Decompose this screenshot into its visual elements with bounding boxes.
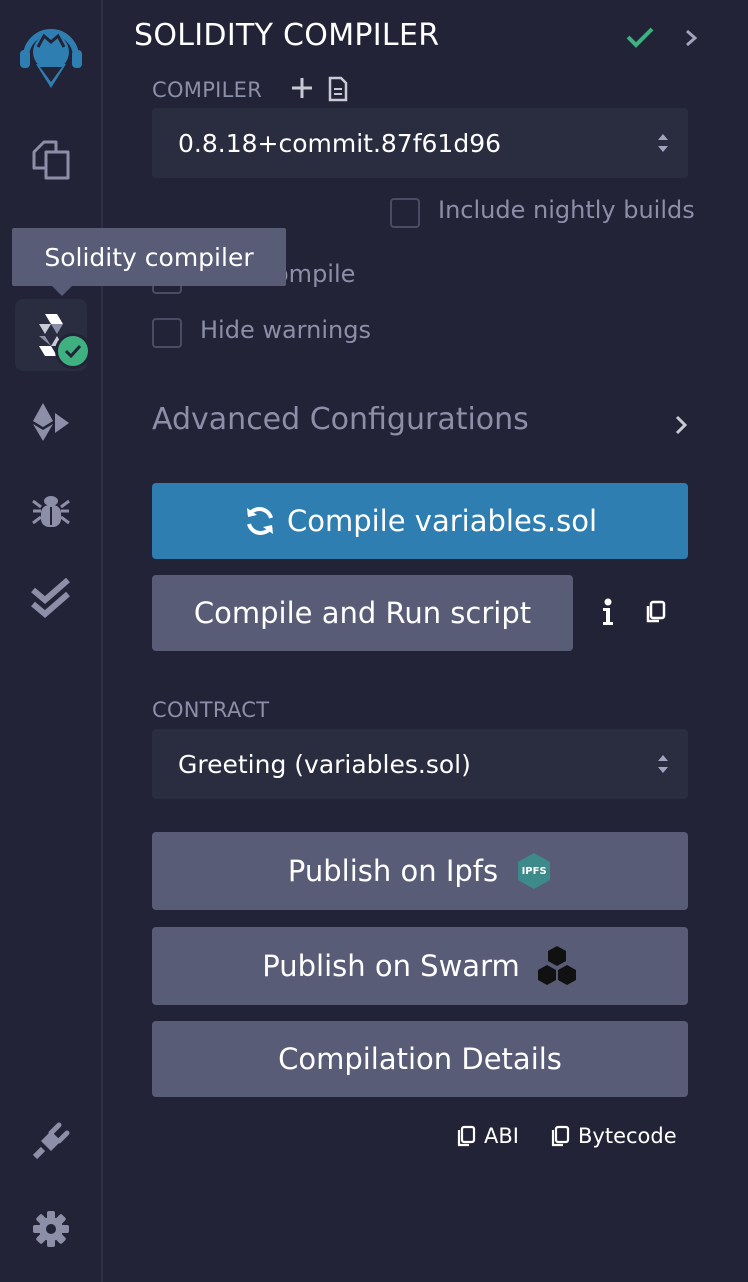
compiler-label: COMPILER	[152, 78, 263, 102]
chevron-right-icon	[674, 414, 688, 440]
file-explorer-icon[interactable]	[0, 134, 101, 184]
solidity-compiler-icon[interactable]	[0, 298, 101, 372]
compile-success-badge	[54, 333, 91, 369]
compile-button[interactable]: Compile variables.sol	[152, 483, 688, 559]
tooltip: Solidity compiler	[12, 228, 286, 296]
plugin-manager-icon[interactable]	[0, 1116, 101, 1166]
unit-testing-icon[interactable]	[0, 574, 101, 624]
auto-compile-label: ompile	[274, 260, 356, 288]
compilation-details-label: Compilation Details	[278, 1042, 562, 1076]
compilation-details-button[interactable]: Compilation Details	[152, 1021, 688, 1097]
info-icon[interactable]	[600, 598, 616, 630]
contract-selected-value: Greeting (variables.sol)	[178, 749, 471, 779]
compile-run-script-button[interactable]: Compile and Run script	[152, 575, 573, 651]
advanced-configurations-toggle[interactable]: Advanced Configurations	[152, 402, 688, 446]
file-icon[interactable]	[328, 76, 348, 106]
copy-bytecode-button[interactable]: Bytecode	[550, 1124, 677, 1148]
contract-label: CONTRACT	[152, 698, 270, 722]
tooltip-text: Solidity compiler	[44, 242, 254, 272]
advanced-configurations-label: Advanced Configurations	[152, 402, 529, 437]
select-arrows-icon	[656, 130, 670, 162]
remix-logo-icon[interactable]	[0, 12, 101, 92]
panel-title: SOLIDITY COMPILER	[134, 18, 440, 53]
copy-icon	[456, 1125, 476, 1147]
copy-icon	[550, 1125, 570, 1147]
chevron-right-icon[interactable]	[684, 28, 698, 52]
contract-select[interactable]: Greeting (variables.sol)	[152, 729, 688, 799]
publish-swarm-label: Publish on Swarm	[262, 949, 520, 983]
compiler-version-value: 0.8.18+commit.87f61d96	[178, 128, 502, 158]
publish-ipfs-button[interactable]: Publish on Ipfs IPFS	[152, 832, 688, 910]
nightly-builds-label: Include nightly builds	[438, 196, 695, 224]
copy-icon[interactable]	[644, 600, 666, 628]
refresh-icon	[243, 504, 277, 538]
compile-run-script-label: Compile and Run script	[193, 596, 532, 630]
copy-abi-button[interactable]: ABI	[456, 1124, 519, 1148]
compile-button-label: Compile variables.sol	[286, 504, 598, 538]
swarm-icon	[536, 944, 578, 988]
compiler-version-select[interactable]: 0.8.18+commit.87f61d96	[152, 108, 688, 178]
select-arrows-icon	[656, 751, 670, 783]
deploy-run-icon[interactable]	[0, 398, 101, 448]
settings-icon[interactable]	[0, 1204, 101, 1254]
check-icon	[626, 26, 654, 52]
nightly-builds-checkbox[interactable]	[390, 198, 420, 228]
publish-ipfs-label: Publish on Ipfs	[287, 854, 499, 888]
hide-warnings-checkbox[interactable]	[152, 318, 182, 348]
ipfs-badge-text: IPFS	[521, 865, 547, 877]
bytecode-label: Bytecode	[578, 1124, 677, 1148]
add-compiler-icon[interactable]	[290, 76, 314, 104]
hide-warnings-label: Hide warnings	[200, 316, 371, 344]
icon-panel	[0, 0, 103, 1282]
ipfs-icon: IPFS	[516, 852, 552, 890]
debugger-icon[interactable]	[0, 486, 101, 536]
abi-label: ABI	[484, 1124, 519, 1148]
publish-swarm-button[interactable]: Publish on Swarm	[152, 927, 688, 1005]
